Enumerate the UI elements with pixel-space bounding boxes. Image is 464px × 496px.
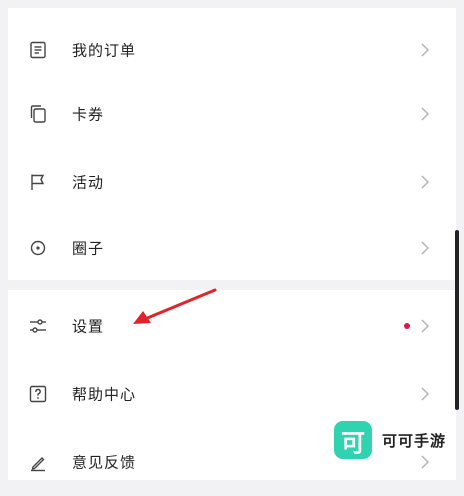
menu-item-circles[interactable]: 圈子 — [8, 214, 456, 282]
menu-item-my-orders[interactable]: 我的订单 — [8, 16, 456, 84]
watermark-logo: 可 — [334, 421, 372, 459]
question-box-icon — [28, 384, 48, 404]
menu-item-settings[interactable]: 设置 — [8, 292, 456, 360]
screen: 我的订单 卡券 活动 圈子 设置 帮助中心 意见反馈 可 可可手游 — [0, 0, 464, 480]
menu-item-label: 意见反馈 — [72, 453, 137, 472]
chevron-right-icon — [420, 106, 430, 122]
menu-item-label: 活动 — [72, 173, 105, 192]
menu-item-coupons[interactable]: 卡券 — [8, 80, 456, 148]
menu-item-activities[interactable]: 活动 — [8, 148, 456, 216]
chevron-right-icon — [420, 42, 430, 58]
copy-cards-icon — [28, 104, 48, 124]
flag-icon — [28, 172, 48, 192]
watermark-text: 可可手游 — [382, 431, 447, 450]
sliders-icon — [28, 316, 48, 336]
chevron-right-icon — [420, 318, 430, 334]
scrollbar[interactable] — [455, 230, 459, 410]
circle-dot-icon — [28, 238, 48, 258]
menu-item-label: 我的订单 — [72, 41, 137, 60]
chevron-right-icon — [420, 386, 430, 402]
menu-item-label: 帮助中心 — [72, 385, 137, 404]
notification-dot — [404, 323, 410, 329]
annotation-arrow — [133, 288, 217, 324]
chevron-right-icon — [420, 174, 430, 190]
menu-card-top: 我的订单 卡券 活动 圈子 — [8, 8, 456, 280]
document-list-icon — [28, 40, 48, 60]
menu-item-label: 卡券 — [72, 105, 105, 124]
watermark: 可 可可手游 — [334, 420, 446, 460]
menu-item-help-center[interactable]: 帮助中心 — [8, 360, 456, 428]
pencil-icon — [28, 452, 48, 472]
menu-item-label: 圈子 — [72, 239, 105, 258]
chevron-right-icon — [420, 240, 430, 256]
menu-item-label: 设置 — [72, 317, 105, 336]
